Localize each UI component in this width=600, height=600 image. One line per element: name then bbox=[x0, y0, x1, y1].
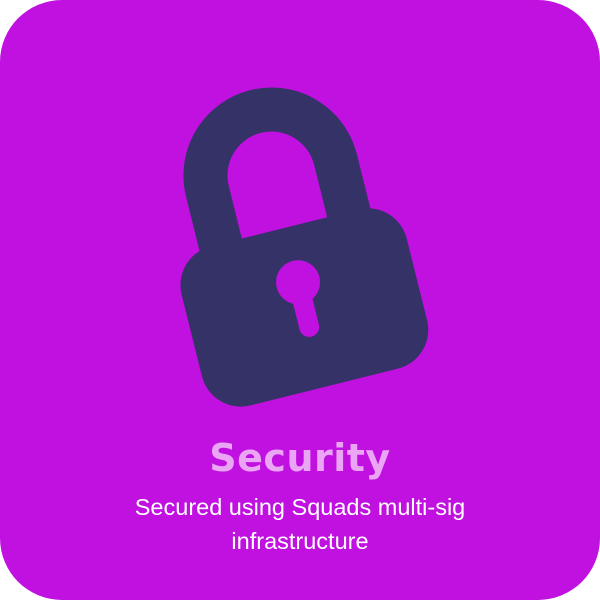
card-title: Security bbox=[209, 436, 391, 480]
feature-card: Security Secured using Squads multi-sig … bbox=[0, 0, 600, 600]
card-description: Secured using Squads multi-sig infrastru… bbox=[134, 494, 466, 554]
